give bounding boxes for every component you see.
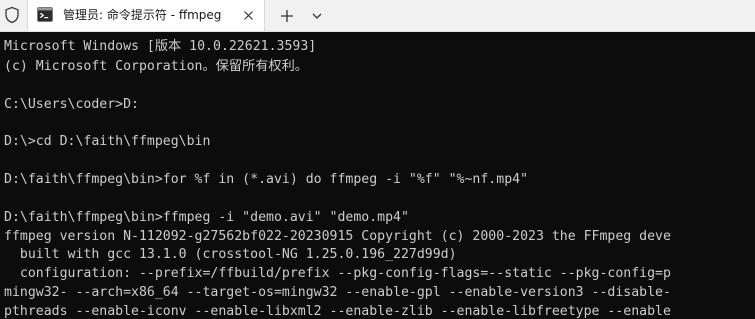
console-line: D:\faith\ffmpeg\bin>for %f in (*.avi) do…: [4, 172, 529, 187]
console-line: Microsoft Windows [版本 10.0.22621.3593]: [4, 38, 316, 56]
shield-icon: [5, 6, 19, 24]
terminal-window: 管理员: 命令提示符 - ffmpeg Microsoft Windows [版…: [0, 0, 755, 319]
terminal-icon: [37, 7, 53, 22]
console-text: Microsoft Windows [: [4, 39, 155, 54]
console-text: 10.0.22621.3593]: [181, 39, 317, 54]
console-text: 版本: [154, 39, 182, 54]
tab-command-prompt[interactable]: 管理员: 命令提示符 - ffmpeg: [27, 0, 265, 31]
tab-bar: 管理员: 命令提示符 - ffmpeg: [0, 0, 755, 32]
console-text: 。保留所有权利。: [202, 59, 309, 74]
console-line: D:\faith\ffmpeg\bin>ffmpeg -i "demo.avi"…: [4, 210, 409, 225]
console-line: D:\>cd D:\faith\ffmpeg\bin: [4, 134, 211, 149]
close-icon[interactable]: [243, 10, 254, 21]
tab-title: 管理员: 命令提示符 - ffmpeg: [63, 8, 222, 22]
console-line: C:\Users\coder>D:: [4, 97, 139, 112]
chevron-down-icon[interactable]: [307, 6, 327, 26]
console-line: ffmpeg version N-112092-g27562bf022-2023…: [4, 229, 671, 244]
console-output[interactable]: Microsoft Windows [版本 10.0.22621.3593] (…: [0, 32, 755, 319]
console-line: (c) Microsoft Corporation。保留所有权利。: [4, 58, 308, 76]
console-line: built with gcc 13.1.0 (crosstool-NG 1.25…: [4, 247, 457, 262]
console-text: (c) Microsoft Corporation: [4, 59, 203, 74]
plus-icon[interactable]: [277, 6, 297, 26]
console-line: configuration: --prefix=/ffbuild/prefix …: [4, 266, 671, 281]
console-line: pthreads --enable-iconv --enable-libxml2…: [4, 304, 671, 319]
console-line: mingw32- --arch=x86_64 --target-os=mingw…: [4, 285, 671, 300]
